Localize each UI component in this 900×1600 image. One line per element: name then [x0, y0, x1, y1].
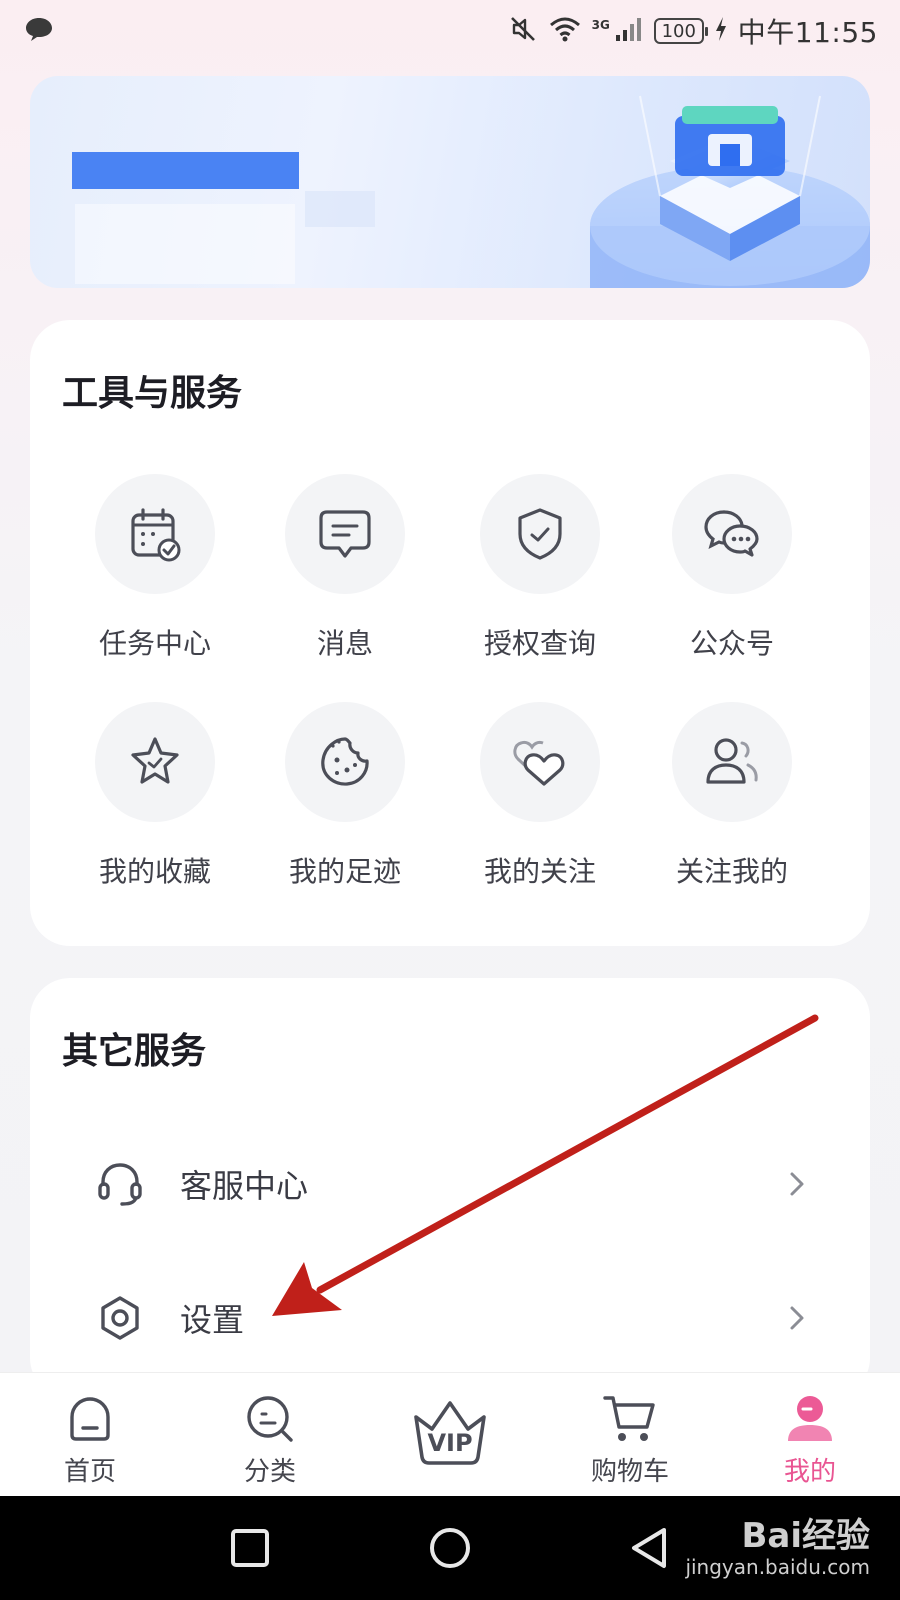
- grid-label: 我的足迹: [288, 855, 401, 888]
- banner-redacted-title: [72, 152, 299, 189]
- tools-section-title: 工具与服务: [62, 373, 243, 414]
- category-icon: [240, 1393, 300, 1445]
- grid-label: 我的关注: [483, 855, 596, 888]
- tab-label: 我的: [783, 1457, 836, 1487]
- status-left: [24, 15, 54, 47]
- list-label: 客服中心: [180, 1167, 309, 1205]
- grid-label: 授权查询: [483, 627, 596, 660]
- chevron-right-icon: [786, 1302, 808, 1334]
- chevron-right-icon: [786, 1168, 808, 1200]
- status-bar: 3G 100 中午11:55: [0, 0, 900, 62]
- grid-item-my-follows[interactable]: 我的关注: [450, 702, 630, 890]
- grid-label: 关注我的: [675, 855, 788, 888]
- wifi-icon: [548, 15, 582, 47]
- mute-icon: [508, 14, 538, 48]
- system-nav-bar: Bai经验 jingyan.baidu.com: [0, 1496, 900, 1600]
- grid-item-followers[interactable]: 关注我的: [642, 702, 822, 890]
- list-item-settings[interactable]: 设置: [30, 1268, 870, 1368]
- grid-label: 任务中心: [98, 627, 211, 660]
- grid-item-footprints[interactable]: 我的足迹: [255, 702, 435, 890]
- charging-icon: [714, 16, 728, 46]
- promo-banner[interactable]: [30, 76, 870, 288]
- battery-indicator: 100: [653, 18, 708, 44]
- tab-label: 购物车: [590, 1457, 669, 1487]
- tab-cart[interactable]: 购物车: [540, 1373, 720, 1497]
- banner-redacted-text: [75, 204, 295, 284]
- status-time: 中午11:55: [737, 16, 878, 49]
- cookie-icon: [285, 702, 405, 822]
- watermark-main: Bai经验: [741, 1516, 870, 1556]
- cart-icon: [600, 1393, 660, 1445]
- svg-text:VIP: VIP: [427, 1429, 472, 1457]
- list-item-customer-service[interactable]: 客服中心: [30, 1134, 870, 1234]
- recent-apps-button[interactable]: [230, 1528, 270, 1572]
- grid-item-task-center[interactable]: 任务中心: [65, 474, 245, 662]
- vip-crown-icon: VIP: [410, 1397, 490, 1469]
- grid-item-favorites[interactable]: 我的收藏: [65, 702, 245, 890]
- status-right: 3G 100 中午11:55: [508, 11, 878, 51]
- grid-label: 公众号: [689, 627, 774, 660]
- grid-label: 消息: [316, 627, 373, 660]
- baidu-jingyan-watermark: Bai经验 jingyan.baidu.com: [685, 1508, 870, 1579]
- chat-bubble-icon: [24, 15, 54, 47]
- other-section-title: 其它服务: [62, 1031, 207, 1072]
- tab-label: 首页: [63, 1457, 116, 1487]
- storefront-illustration: [570, 76, 870, 288]
- other-services-card: 其它服务 客服中心 设置: [30, 978, 870, 1398]
- list-label: 设置: [180, 1301, 245, 1339]
- wechat-icon: [672, 474, 792, 594]
- tab-label: 分类: [243, 1457, 296, 1487]
- grid-item-messages[interactable]: 消息: [255, 474, 435, 662]
- network-type: 3G: [591, 18, 610, 32]
- grid-item-official-account[interactable]: 公众号: [642, 474, 822, 662]
- message-icon: [285, 474, 405, 594]
- tools-services-card: 工具与服务 任务中心 消息 授权查询 公众号 我的收藏 我的足迹 我的关注 关注…: [30, 320, 870, 946]
- home-button[interactable]: [428, 1526, 472, 1574]
- grid-item-authorization[interactable]: 授权查询: [450, 474, 630, 662]
- star-icon: [95, 702, 215, 822]
- tab-category[interactable]: 分类: [180, 1373, 360, 1497]
- grid-label: 我的收藏: [98, 855, 211, 888]
- bottom-tab-bar: 首页 分类 VIP 购物车 我的: [0, 1372, 900, 1496]
- headset-icon: [96, 1160, 144, 1208]
- back-button[interactable]: [628, 1526, 672, 1574]
- tab-vip[interactable]: VIP: [360, 1373, 540, 1497]
- profile-icon: [780, 1393, 840, 1445]
- watermark-sub: jingyan.baidu.com: [685, 1555, 870, 1579]
- followers-icon: [672, 702, 792, 822]
- signal-icon: [614, 15, 644, 47]
- banner-redacted-badge: [305, 191, 375, 227]
- shield-check-icon: [480, 474, 600, 594]
- calendar-check-icon: [95, 474, 215, 594]
- tab-home[interactable]: 首页: [0, 1373, 180, 1497]
- hearts-icon: [480, 702, 600, 822]
- home-icon: [60, 1393, 120, 1445]
- tab-profile[interactable]: 我的: [720, 1373, 900, 1497]
- settings-hexagon-icon: [96, 1294, 144, 1342]
